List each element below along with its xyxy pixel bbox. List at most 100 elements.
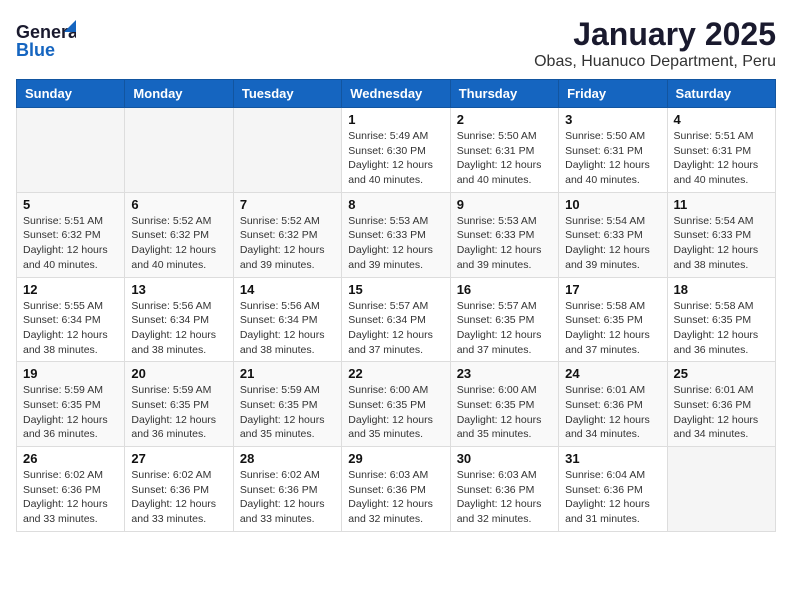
day-number: 28 bbox=[240, 451, 335, 466]
day-info: Sunrise: 5:56 AMSunset: 6:34 PMDaylight:… bbox=[240, 299, 335, 358]
calendar-cell: 21 Sunrise: 5:59 AMSunset: 6:35 PMDayligh… bbox=[233, 362, 341, 447]
day-info: Sunrise: 5:49 AMSunset: 6:30 PMDaylight:… bbox=[348, 129, 443, 188]
day-info: Sunrise: 5:58 AMSunset: 6:35 PMDaylight:… bbox=[674, 299, 769, 358]
calendar-cell: 9 Sunrise: 5:53 AMSunset: 6:33 PMDaylight… bbox=[450, 192, 558, 277]
calendar-cell bbox=[667, 447, 775, 532]
day-number: 13 bbox=[131, 282, 226, 297]
calendar-cell: 27 Sunrise: 6:02 AMSunset: 6:36 PMDayligh… bbox=[125, 447, 233, 532]
day-number: 3 bbox=[565, 112, 660, 127]
calendar-cell: 31 Sunrise: 6:04 AMSunset: 6:36 PMDayligh… bbox=[559, 447, 667, 532]
day-info: Sunrise: 5:55 AMSunset: 6:34 PMDaylight:… bbox=[23, 299, 118, 358]
day-number: 19 bbox=[23, 366, 118, 381]
day-info: Sunrise: 6:01 AMSunset: 6:36 PMDaylight:… bbox=[565, 383, 660, 442]
day-info: Sunrise: 5:50 AMSunset: 6:31 PMDaylight:… bbox=[457, 129, 552, 188]
day-info: Sunrise: 5:53 AMSunset: 6:33 PMDaylight:… bbox=[457, 214, 552, 273]
column-header-thursday: Thursday bbox=[450, 80, 558, 108]
day-info: Sunrise: 5:50 AMSunset: 6:31 PMDaylight:… bbox=[565, 129, 660, 188]
title-section: January 2025 Obas, Huanuco Department, P… bbox=[534, 16, 776, 71]
day-info: Sunrise: 6:00 AMSunset: 6:35 PMDaylight:… bbox=[348, 383, 443, 442]
day-number: 17 bbox=[565, 282, 660, 297]
day-number: 14 bbox=[240, 282, 335, 297]
calendar-cell: 1 Sunrise: 5:49 AMSunset: 6:30 PMDaylight… bbox=[342, 108, 450, 193]
logo-icon: General Blue bbox=[16, 16, 76, 66]
calendar-cell: 8 Sunrise: 5:53 AMSunset: 6:33 PMDaylight… bbox=[342, 192, 450, 277]
calendar-cell: 5Sunrise: 5:51 AMSunset: 6:32 PMDaylight… bbox=[17, 192, 125, 277]
calendar-cell: 11 Sunrise: 5:54 AMSunset: 6:33 PMDayligh… bbox=[667, 192, 775, 277]
day-number: 9 bbox=[457, 197, 552, 212]
day-info: Sunrise: 5:57 AMSunset: 6:34 PMDaylight:… bbox=[348, 299, 443, 358]
day-info: Sunrise: 5:51 AMSunset: 6:31 PMDaylight:… bbox=[674, 129, 769, 188]
calendar-cell: 19 Sunrise: 5:59 AMSunset: 6:35 PMDayligh… bbox=[17, 362, 125, 447]
column-header-saturday: Saturday bbox=[667, 80, 775, 108]
day-number: 26 bbox=[23, 451, 118, 466]
day-number: 21 bbox=[240, 366, 335, 381]
day-number: 24 bbox=[565, 366, 660, 381]
day-number: 7 bbox=[240, 197, 335, 212]
calendar-cell: 23Sunrise: 6:00 AMSunset: 6:35 PMDayligh… bbox=[450, 362, 558, 447]
calendar-cell: 12 Sunrise: 5:55 AMSunset: 6:34 PMDayligh… bbox=[17, 277, 125, 362]
day-number: 27 bbox=[131, 451, 226, 466]
day-number: 30 bbox=[457, 451, 552, 466]
day-number: 31 bbox=[565, 451, 660, 466]
day-info: Sunrise: 5:51 AMSunset: 6:32 PMDaylight:… bbox=[23, 214, 118, 273]
calendar-cell: 13 Sunrise: 5:56 AMSunset: 6:34 PMDayligh… bbox=[125, 277, 233, 362]
calendar-week-4: 19 Sunrise: 5:59 AMSunset: 6:35 PMDayligh… bbox=[17, 362, 776, 447]
calendar-cell bbox=[125, 108, 233, 193]
column-header-friday: Friday bbox=[559, 80, 667, 108]
day-number: 18 bbox=[674, 282, 769, 297]
day-number: 10 bbox=[565, 197, 660, 212]
day-number: 11 bbox=[674, 197, 769, 212]
day-info: Sunrise: 6:02 AMSunset: 6:36 PMDaylight:… bbox=[131, 468, 226, 527]
calendar-cell: 15 Sunrise: 5:57 AMSunset: 6:34 PMDayligh… bbox=[342, 277, 450, 362]
calendar-cell bbox=[233, 108, 341, 193]
column-header-sunday: Sunday bbox=[17, 80, 125, 108]
calendar-week-2: 5Sunrise: 5:51 AMSunset: 6:32 PMDaylight… bbox=[17, 192, 776, 277]
calendar-cell: 24 Sunrise: 6:01 AMSunset: 6:36 PMDayligh… bbox=[559, 362, 667, 447]
day-info: Sunrise: 5:59 AMSunset: 6:35 PMDaylight:… bbox=[240, 383, 335, 442]
logo: General Blue bbox=[16, 16, 76, 71]
calendar-cell: 6Sunrise: 5:52 AMSunset: 6:32 PMDaylight… bbox=[125, 192, 233, 277]
calendar-cell: 29 Sunrise: 6:03 AMSunset: 6:36 PMDayligh… bbox=[342, 447, 450, 532]
day-info: Sunrise: 6:01 AMSunset: 6:36 PMDaylight:… bbox=[674, 383, 769, 442]
day-number: 25 bbox=[674, 366, 769, 381]
day-info: Sunrise: 5:54 AMSunset: 6:33 PMDaylight:… bbox=[565, 214, 660, 273]
day-number: 22 bbox=[348, 366, 443, 381]
day-info: Sunrise: 5:59 AMSunset: 6:35 PMDaylight:… bbox=[23, 383, 118, 442]
day-info: Sunrise: 5:54 AMSunset: 6:33 PMDaylight:… bbox=[674, 214, 769, 273]
day-number: 12 bbox=[23, 282, 118, 297]
day-number: 8 bbox=[348, 197, 443, 212]
day-number: 23 bbox=[457, 366, 552, 381]
calendar-cell: 25 Sunrise: 6:01 AMSunset: 6:36 PMDayligh… bbox=[667, 362, 775, 447]
calendar-subtitle: Obas, Huanuco Department, Peru bbox=[534, 53, 776, 71]
day-number: 1 bbox=[348, 112, 443, 127]
calendar-cell: 14 Sunrise: 5:56 AMSunset: 6:34 PMDayligh… bbox=[233, 277, 341, 362]
day-info: Sunrise: 5:58 AMSunset: 6:35 PMDaylight:… bbox=[565, 299, 660, 358]
day-info: Sunrise: 6:03 AMSunset: 6:36 PMDaylight:… bbox=[457, 468, 552, 527]
calendar-cell: 4 Sunrise: 5:51 AMSunset: 6:31 PMDaylight… bbox=[667, 108, 775, 193]
calendar-table: SundayMondayTuesdayWednesdayThursdayFrid… bbox=[16, 79, 776, 532]
day-number: 4 bbox=[674, 112, 769, 127]
day-info: Sunrise: 5:56 AMSunset: 6:34 PMDaylight:… bbox=[131, 299, 226, 358]
day-info: Sunrise: 5:57 AMSunset: 6:35 PMDaylight:… bbox=[457, 299, 552, 358]
calendar-title: January 2025 bbox=[534, 16, 776, 53]
calendar-cell: 28Sunrise: 6:02 AMSunset: 6:36 PMDayligh… bbox=[233, 447, 341, 532]
calendar-cell: 17 Sunrise: 5:58 AMSunset: 6:35 PMDayligh… bbox=[559, 277, 667, 362]
day-info: Sunrise: 6:03 AMSunset: 6:36 PMDaylight:… bbox=[348, 468, 443, 527]
day-info: Sunrise: 6:02 AMSunset: 6:36 PMDaylight:… bbox=[23, 468, 118, 527]
calendar-week-3: 12 Sunrise: 5:55 AMSunset: 6:34 PMDayligh… bbox=[17, 277, 776, 362]
calendar-cell: 7Sunrise: 5:52 AMSunset: 6:32 PMDaylight… bbox=[233, 192, 341, 277]
calendar-cell: 22 Sunrise: 6:00 AMSunset: 6:35 PMDayligh… bbox=[342, 362, 450, 447]
column-header-tuesday: Tuesday bbox=[233, 80, 341, 108]
day-info: Sunrise: 5:53 AMSunset: 6:33 PMDaylight:… bbox=[348, 214, 443, 273]
calendar-cell: 10 Sunrise: 5:54 AMSunset: 6:33 PMDayligh… bbox=[559, 192, 667, 277]
day-info: Sunrise: 6:04 AMSunset: 6:36 PMDaylight:… bbox=[565, 468, 660, 527]
day-number: 29 bbox=[348, 451, 443, 466]
column-header-monday: Monday bbox=[125, 80, 233, 108]
day-number: 15 bbox=[348, 282, 443, 297]
page-header: General Blue January 2025 Obas, Huanuco … bbox=[16, 16, 776, 71]
calendar-cell: 2Sunrise: 5:50 AMSunset: 6:31 PMDaylight… bbox=[450, 108, 558, 193]
calendar-cell: 16Sunrise: 5:57 AMSunset: 6:35 PMDayligh… bbox=[450, 277, 558, 362]
day-info: Sunrise: 5:52 AMSunset: 6:32 PMDaylight:… bbox=[131, 214, 226, 273]
calendar-cell: 26 Sunrise: 6:02 AMSunset: 6:36 PMDayligh… bbox=[17, 447, 125, 532]
calendar-cell: 18 Sunrise: 5:58 AMSunset: 6:35 PMDayligh… bbox=[667, 277, 775, 362]
